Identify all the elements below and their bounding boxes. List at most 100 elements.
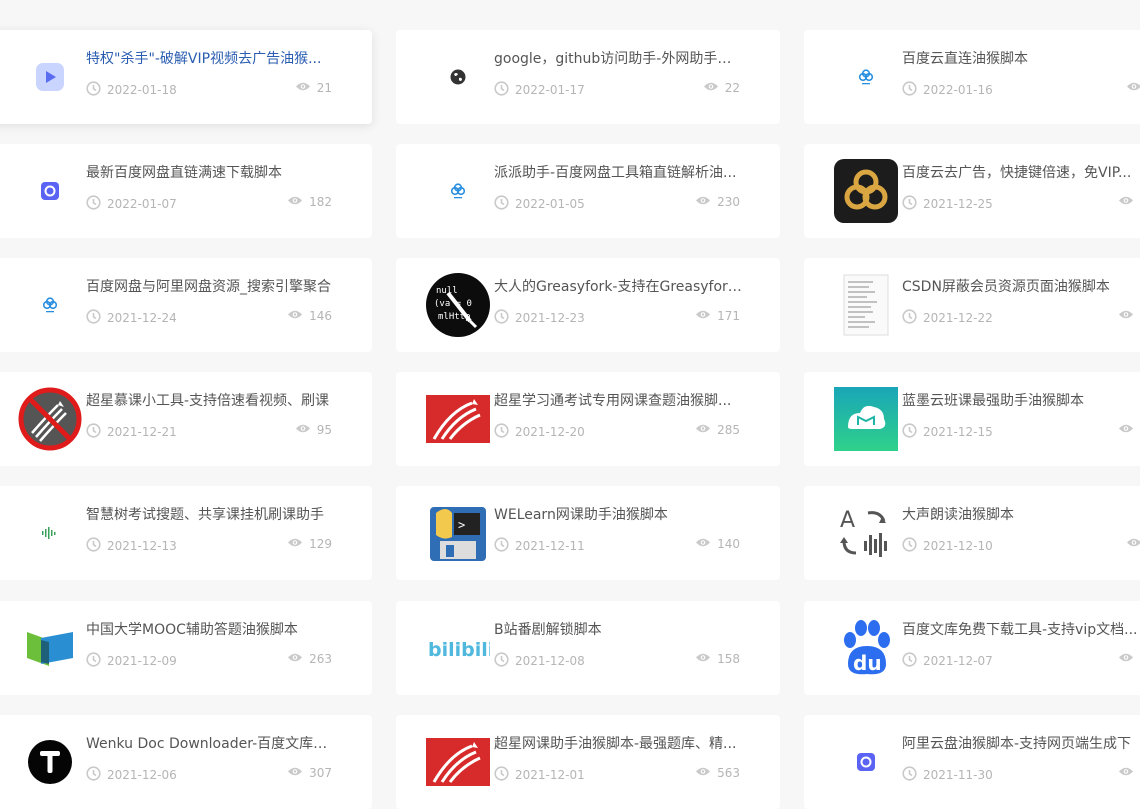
date-text: 2021-12-09: [107, 654, 177, 668]
publish-date: 2021-12-07: [902, 652, 993, 670]
eye-icon: [287, 652, 303, 666]
script-title[interactable]: 百度云去广告，快捷键倍速，免VIP...: [902, 162, 1140, 182]
script-card[interactable]: Wenku Doc Downloader-百度文库下... 2021-12-06…: [0, 715, 372, 809]
cloud-app-icon: [18, 159, 82, 223]
script-title[interactable]: 蓝墨云班课最强助手油猴脚本: [902, 390, 1140, 410]
view-count: 182: [287, 195, 332, 209]
eye-icon: [695, 195, 711, 209]
date-text: 2021-12-24: [107, 311, 177, 325]
script-card[interactable]: 智慧树考试搜题、共享课挂机刷课助手 2021-12-13 129: [0, 486, 372, 580]
script-card[interactable]: 百度云去广告，快捷键倍速，免VIP... 2021-12-25 1: [804, 144, 1140, 238]
script-title[interactable]: 超星学习通考试专用网课查题油猴脚...: [494, 390, 744, 410]
script-card[interactable]: null (va = 0 mlHttp 大人的Greasyfork-支持在Greas…: [396, 258, 780, 352]
video-play-icon: [18, 45, 82, 109]
script-title[interactable]: 大声朗读油猴脚本: [902, 504, 1140, 524]
publish-date: 2021-12-25: [902, 195, 993, 213]
clock-icon: [494, 766, 509, 784]
view-count: 263: [287, 652, 332, 666]
script-card[interactable]: 派派助手-百度网盘工具箱直链解析油... 2022-01-05 230: [396, 144, 780, 238]
script-card-grid: 特权"杀手"-破解VIP视频去广告油猴... 2022-01-18 21 goo…: [0, 0, 1140, 809]
eye-icon: [695, 309, 711, 323]
script-card[interactable]: 超星网课助手油猴脚本-最强题库、精... 2021-12-01 563: [396, 715, 780, 809]
publish-date: 2021-11-30: [902, 766, 993, 784]
script-title[interactable]: 百度网盘与阿里网盘资源_搜索引擎聚合: [86, 276, 336, 296]
view-count: 21: [295, 81, 332, 95]
script-title[interactable]: 阿里云盘油猴脚本-支持网页端生成下: [902, 733, 1140, 753]
clock-icon: [902, 537, 917, 555]
script-card[interactable]: 蓝墨云班课最强助手油猴脚本 2021-12-15 1: [804, 372, 1140, 466]
eye-icon: [1118, 309, 1134, 323]
script-card[interactable]: 超星慕课小工具-支持倍速看视频、刷课 2021-12-21 95: [0, 372, 372, 466]
script-card[interactable]: google，github访问助手-外网助手油... 2022-01-17 22: [396, 30, 780, 124]
script-card[interactable]: 最新百度网盘直链满速下载脚本 2022-01-07 182: [0, 144, 372, 238]
script-card[interactable]: 百度网盘与阿里网盘资源_搜索引擎聚合 2021-12-24 146: [0, 258, 372, 352]
view-count: [1126, 537, 1140, 551]
views-text: 563: [717, 766, 740, 780]
view-count: 95: [295, 423, 332, 437]
publish-date: 2021-12-01: [494, 766, 585, 784]
view-count: 171: [695, 309, 740, 323]
eye-icon: [1118, 652, 1134, 666]
views-text: 21: [316, 81, 332, 95]
views-text: 158: [717, 652, 740, 666]
script-meta: 2021-12-15 1: [902, 423, 1140, 441]
script-title[interactable]: 智慧树考试搜题、共享课挂机刷课助手: [86, 504, 336, 524]
script-card[interactable]: 百度云直连油猴脚本 2022-01-16: [804, 30, 1140, 124]
eye-icon: [703, 81, 719, 95]
view-count: 1: [1118, 309, 1140, 323]
publish-date: 2021-12-11: [494, 537, 585, 555]
script-meta: 2022-01-16: [902, 81, 1140, 99]
script-title[interactable]: 超星慕课小工具-支持倍速看视频、刷课: [86, 390, 336, 410]
script-meta: 2022-01-07 182: [86, 195, 332, 213]
script-title[interactable]: Wenku Doc Downloader-百度文库下...: [86, 733, 336, 753]
view-count: [1126, 81, 1140, 95]
clock-icon: [86, 766, 101, 784]
publish-date: 2021-12-06: [86, 766, 177, 784]
script-title[interactable]: google，github访问助手-外网助手油...: [494, 48, 744, 68]
view-count: 307: [287, 766, 332, 780]
script-card[interactable]: 特权"杀手"-破解VIP视频去广告油猴... 2022-01-18 21: [0, 30, 372, 124]
script-title[interactable]: B站番剧解锁脚本: [494, 619, 744, 639]
view-count: 285: [695, 423, 740, 437]
baidu-cloud-icon: [18, 273, 82, 337]
script-card[interactable]: A 大声朗读油猴脚本 2021-12-10: [804, 486, 1140, 580]
views-text: 230: [717, 195, 740, 209]
script-card[interactable]: 阿里云盘油猴脚本-支持网页端生成下 2021-11-30 2: [804, 715, 1140, 809]
script-meta: 2021-12-10: [902, 537, 1140, 555]
code-circle-icon: null (va = 0 mlHttp: [426, 273, 490, 337]
date-text: 2021-12-11: [515, 539, 585, 553]
script-title[interactable]: 百度云直连油猴脚本: [902, 48, 1140, 68]
publish-date: 2021-12-10: [902, 537, 993, 555]
svg-text:du: du: [853, 651, 882, 675]
script-meta: 2021-12-06 307: [86, 766, 332, 784]
script-card[interactable]: 中国大学MOOC辅助答题油猴脚本 2021-12-09 263: [0, 601, 372, 695]
publish-date: 2021-12-20: [494, 423, 585, 441]
bilibili-logo-icon: bilibili: [426, 616, 490, 680]
script-card[interactable]: bilibili B站番剧解锁脚本 2021-12-08 158: [396, 601, 780, 695]
view-count: 4: [1118, 652, 1140, 666]
eye-icon: [295, 423, 311, 437]
t-circle-icon: [18, 730, 82, 794]
eye-icon: [695, 766, 711, 780]
script-title[interactable]: 中国大学MOOC辅助答题油猴脚本: [86, 619, 336, 639]
clock-icon: [86, 81, 101, 99]
script-title[interactable]: 超星网课助手油猴脚本-最强题库、精...: [494, 733, 744, 753]
script-title[interactable]: 最新百度网盘直链满速下载脚本: [86, 162, 336, 182]
script-title[interactable]: 派派助手-百度网盘工具箱直链解析油...: [494, 162, 744, 182]
script-card[interactable]: 超星学习通考试专用网课查题油猴脚... 2021-12-20 285: [396, 372, 780, 466]
script-title[interactable]: 百度文库免费下载工具-支持vip文档...: [902, 619, 1140, 639]
script-card[interactable]: du 百度文库免费下载工具-支持vip文档... 2021-12-07 4: [804, 601, 1140, 695]
date-text: 2021-12-20: [515, 425, 585, 439]
script-title[interactable]: 特权"杀手"-破解VIP视频去广告油猴...: [86, 48, 336, 68]
view-count: 563: [695, 766, 740, 780]
script-title[interactable]: WELearn网课助手油猴脚本: [494, 504, 744, 524]
script-title[interactable]: 大人的Greasyfork-支持在Greasyfork...: [494, 276, 744, 296]
script-card[interactable]: > WELearn网课助手油猴脚本 2021-12-11 140: [396, 486, 780, 580]
clock-icon: [902, 423, 917, 441]
script-card[interactable]: CSDN屏蔽会员资源页面油猴脚本 2021-12-22 1: [804, 258, 1140, 352]
script-title[interactable]: CSDN屏蔽会员资源页面油猴脚本: [902, 276, 1140, 296]
code-document-icon: [834, 273, 898, 337]
publish-date: 2021-12-24: [86, 309, 177, 327]
eye-icon: [295, 81, 311, 95]
publish-date: 2022-01-07: [86, 195, 177, 213]
